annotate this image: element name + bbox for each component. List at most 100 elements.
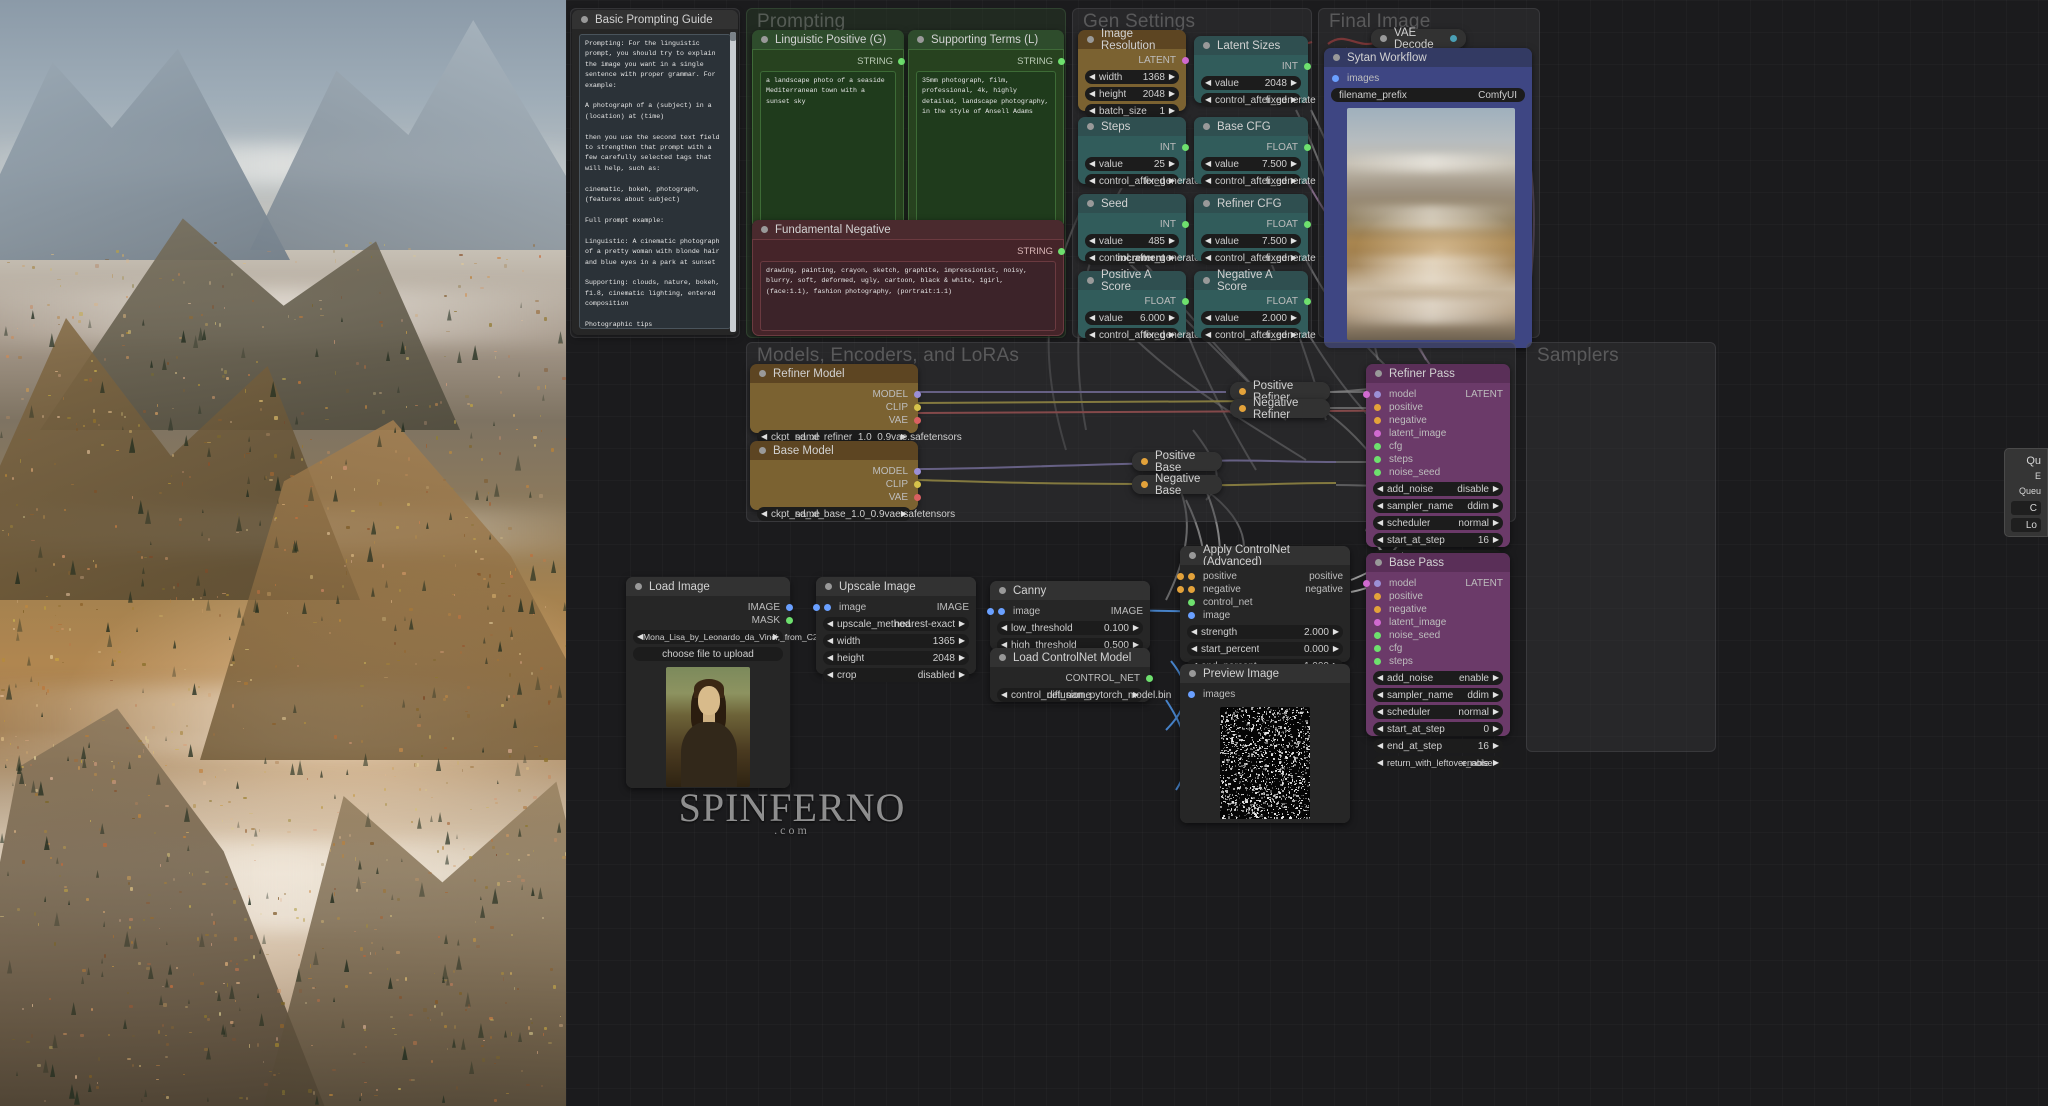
input-port-noise-seed[interactable] xyxy=(1374,469,1381,476)
collapse-icon[interactable] xyxy=(1380,35,1387,42)
widget-value[interactable]: ◀ value 2048 ▶ xyxy=(1201,76,1301,90)
widget-width[interactable]: ◀ width 1365 ▶ xyxy=(823,634,969,648)
widget-control-after-generate[interactable]: ◀ control_after_generate fixed ▶ xyxy=(1201,174,1301,188)
node-vae-decode[interactable]: VAE Decode xyxy=(1371,29,1466,48)
widget-ckpt-name[interactable]: ◀ ckpt_name sd_xl_base_1.0_0.9vae.safete… xyxy=(757,507,911,521)
output-port-model[interactable] xyxy=(914,391,921,398)
collapse-icon[interactable] xyxy=(1087,277,1094,284)
collapse-icon[interactable] xyxy=(1189,552,1196,559)
node-canny[interactable]: Canny image IMAGE ◀ low_threshold 0.100 ▶ ◀… xyxy=(990,581,1150,650)
collapse-icon[interactable] xyxy=(759,370,766,377)
node-base-pass[interactable]: Base Pass model LATENT positive negative… xyxy=(1366,553,1510,736)
widget-image-file[interactable]: ◀ Mona_Lisa_by_Leonardo_da_Vinci,_from_C… xyxy=(633,630,783,644)
collapse-icon[interactable] xyxy=(1203,123,1210,130)
widget-scheduler[interactable]: ◀ scheduler normal ▶ xyxy=(1373,705,1503,719)
node-load-controlnet-model[interactable]: Load ControlNet Model CONTROL_NET ◀ cont… xyxy=(990,648,1150,702)
input-port-negative[interactable] xyxy=(1188,586,1195,593)
node-preview-image[interactable]: Preview Image images xyxy=(1180,664,1350,823)
collapse-icon[interactable] xyxy=(1239,405,1246,412)
input-port-latent-image[interactable] xyxy=(1374,619,1381,626)
input-port-positive[interactable] xyxy=(1374,593,1381,600)
output-port-model[interactable] xyxy=(914,468,921,475)
node-header[interactable]: Base Model xyxy=(750,441,918,460)
node-seed[interactable]: Seed INT ◀ value 485 ▶ ◀ control_after_ge… xyxy=(1078,194,1186,261)
output-port-int[interactable] xyxy=(1304,63,1311,70)
collapse-icon[interactable] xyxy=(759,447,766,454)
node-header[interactable]: Latent Sizes xyxy=(1194,36,1308,55)
output-port-image[interactable] xyxy=(813,604,820,611)
node-refiner-cfg[interactable]: Refiner CFG FLOAT ◀ value 7.500 ▶ ◀ contr… xyxy=(1194,194,1308,261)
output-port-string[interactable] xyxy=(1058,248,1065,255)
group-samplers[interactable]: Samplers xyxy=(1526,342,1716,752)
node-negative-a-score[interactable]: Negative A Score FLOAT ◀ value 2.000 ▶ ◀ … xyxy=(1194,271,1308,338)
node-refiner-pass[interactable]: Refiner Pass model LATENT positive negat… xyxy=(1366,364,1510,547)
node-header[interactable]: Negative Refiner xyxy=(1230,399,1330,418)
collapse-icon[interactable] xyxy=(917,36,924,43)
node-positive-a-score[interactable]: Positive A Score FLOAT ◀ value 6.000 ▶ ◀ … xyxy=(1078,271,1186,338)
widget-batch-size[interactable]: ◀ batch_size 1 ▶ xyxy=(1085,104,1179,118)
collapse-icon[interactable] xyxy=(1239,388,1246,395)
input-port-negative[interactable] xyxy=(1374,417,1381,424)
collapse-icon[interactable] xyxy=(999,587,1006,594)
queue-panel[interactable]: Qu E Queu C Lo xyxy=(2004,448,2048,537)
collapse-icon[interactable] xyxy=(1087,36,1094,43)
collapse-icon[interactable] xyxy=(761,226,768,233)
widget-start-at-step[interactable]: ◀ start_at_step 0 ▶ xyxy=(1373,722,1503,736)
node-header[interactable]: Refiner CFG xyxy=(1194,194,1308,213)
node-header[interactable]: Refiner Pass xyxy=(1366,364,1510,383)
input-port-steps[interactable] xyxy=(1374,456,1381,463)
load-image-preview[interactable] xyxy=(666,667,750,787)
output-port-float[interactable] xyxy=(1304,221,1311,228)
node-apply-controlnet-advanced[interactable]: Apply ControlNet (Advanced) positive pos… xyxy=(1180,546,1350,662)
widget-value[interactable]: ◀ value 7.500 ▶ xyxy=(1201,234,1301,248)
collapse-icon[interactable] xyxy=(581,16,588,23)
widget-control-after-generate[interactable]: ◀ control_after_generate increment ▶ xyxy=(1085,251,1179,265)
node-header[interactable]: Linguistic Positive (G) xyxy=(752,30,904,49)
input-port-image[interactable] xyxy=(1188,612,1195,619)
collapse-icon[interactable] xyxy=(1203,42,1210,49)
input-port-noise-seed[interactable] xyxy=(1374,632,1381,639)
input-port-control-net[interactable] xyxy=(1188,599,1195,606)
input-port-images[interactable] xyxy=(1332,75,1339,82)
node-refiner-model[interactable]: Refiner Model MODEL CLIP VAE ◀ ckpt_name… xyxy=(750,364,918,433)
node-load-image[interactable]: Load Image IMAGE MASK ◀ Mona_Lisa_by_Leo… xyxy=(626,577,790,788)
node-header[interactable]: Preview Image xyxy=(1180,664,1350,683)
input-port-model[interactable] xyxy=(1374,391,1381,398)
output-port-int[interactable] xyxy=(1182,144,1189,151)
widget-height[interactable]: ◀ height 2048 ▶ xyxy=(1085,87,1179,101)
widget-low-threshold[interactable]: ◀ low_threshold 0.100 ▶ xyxy=(997,621,1143,635)
widget-control-after-generate[interactable]: ◀ control_after_generate fixed ▶ xyxy=(1085,174,1179,188)
collapse-icon[interactable] xyxy=(1375,370,1382,377)
output-port-image[interactable] xyxy=(1450,35,1457,42)
node-base-model[interactable]: Base Model MODEL CLIP VAE ◀ ckpt_name sd… xyxy=(750,441,918,510)
widget-height[interactable]: ◀ height 2048 ▶ xyxy=(823,651,969,665)
node-header[interactable]: Base Pass xyxy=(1366,553,1510,572)
node-header[interactable]: Upscale Image xyxy=(816,577,976,596)
output-port-clip[interactable] xyxy=(914,481,921,488)
widget-upscale-method[interactable]: ◀ upscale_method nearest-exact ▶ xyxy=(823,617,969,631)
node-header[interactable]: Fundamental Negative xyxy=(752,220,1064,239)
input-port-cfg[interactable] xyxy=(1374,645,1381,652)
node-header[interactable]: Image Resolution xyxy=(1078,30,1186,49)
upload-file-button[interactable]: choose file to upload xyxy=(633,647,783,661)
input-port-image[interactable] xyxy=(824,604,831,611)
node-latent-sizes[interactable]: Latent Sizes INT ◀ value 2048 ▶ ◀ control… xyxy=(1194,36,1308,103)
node-header[interactable]: Seed xyxy=(1078,194,1186,213)
queue-button-1[interactable]: Lo xyxy=(2011,518,2041,532)
output-port-float[interactable] xyxy=(1304,298,1311,305)
widget-start-percent[interactable]: ◀ start_percent 0.000 ▶ xyxy=(1187,642,1343,656)
widget-value[interactable]: ◀ value 7.500 ▶ xyxy=(1201,157,1301,171)
widget-width[interactable]: ◀ width 1368 ▶ xyxy=(1085,70,1179,84)
node-image-resolution[interactable]: Image Resolution LATENT ◀ width 1368 ▶ ◀ … xyxy=(1078,30,1186,111)
widget-control-after-generate[interactable]: ◀ control_after_generate fixed ▶ xyxy=(1085,328,1179,342)
input-port-image[interactable] xyxy=(998,608,1005,615)
node-header[interactable]: Positive Base xyxy=(1132,452,1222,471)
node-negative-base[interactable]: Negative Base xyxy=(1132,475,1222,494)
widget-add-noise[interactable]: ◀ add_noise enable ▶ xyxy=(1373,671,1503,685)
collapse-icon[interactable] xyxy=(1141,481,1148,488)
node-header[interactable]: Canny xyxy=(990,581,1150,600)
widget-control-after-generate[interactable]: ◀ control_after_generate fixed ▶ xyxy=(1201,251,1301,265)
output-port-vae[interactable] xyxy=(914,494,921,501)
collapse-icon[interactable] xyxy=(1087,200,1094,207)
widget-value[interactable]: ◀ value 25 ▶ xyxy=(1085,157,1179,171)
